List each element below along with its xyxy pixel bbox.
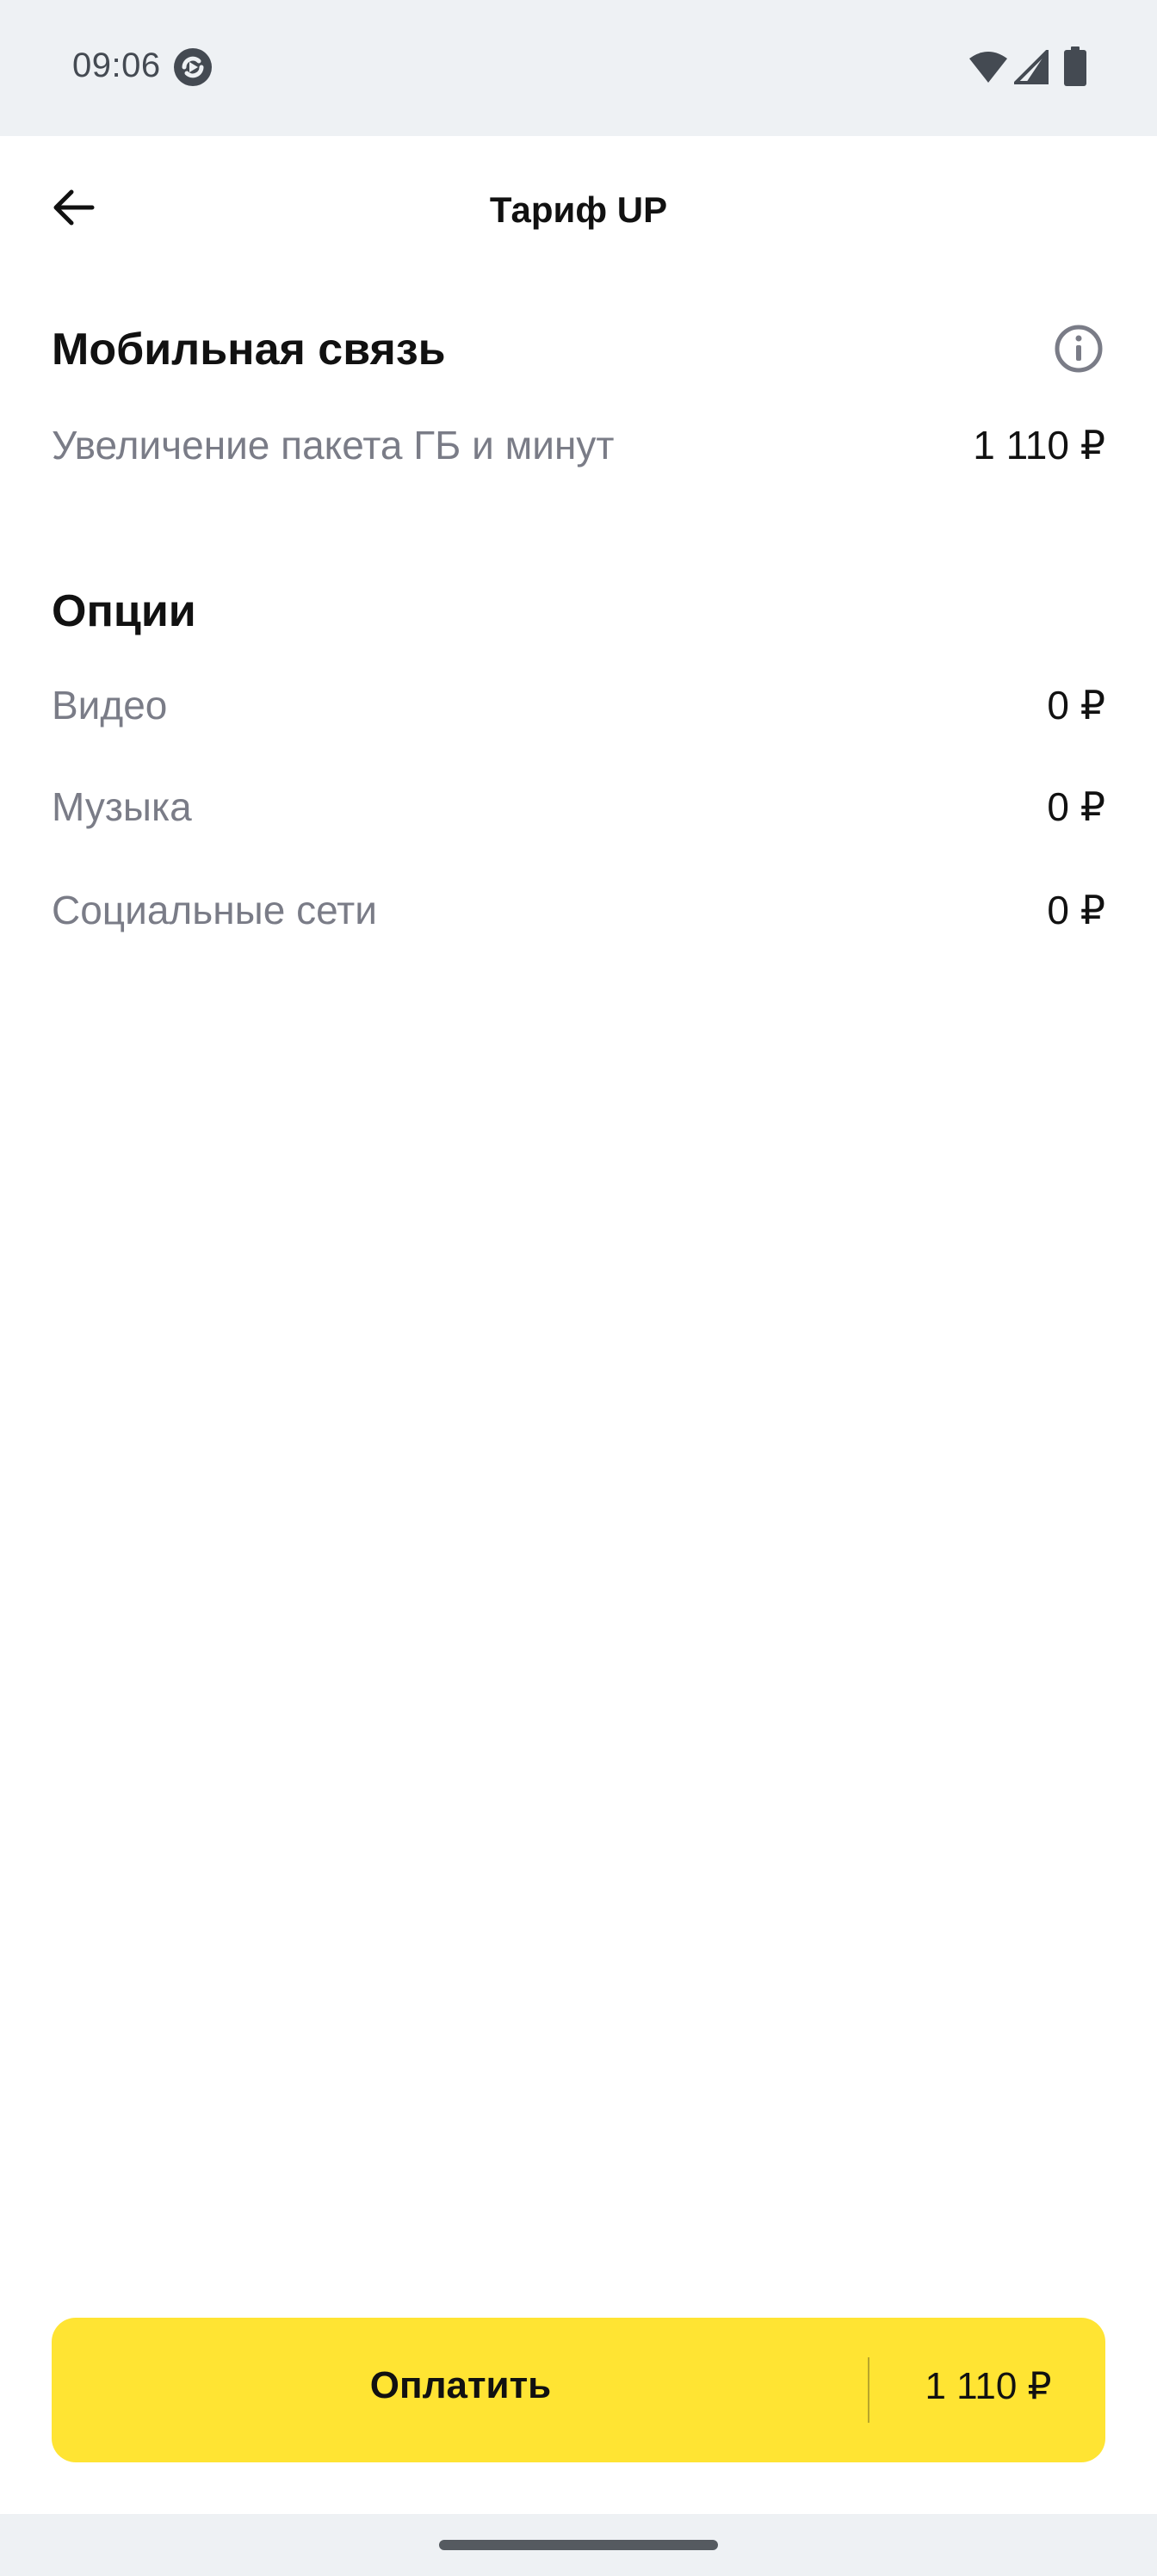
option-row-video: Видео 0 ₽ [52, 682, 1105, 742]
option-label: Социальные сети [52, 888, 377, 932]
option-row-social: Социальные сети 0 ₽ [52, 887, 1105, 947]
signal-icon [1012, 47, 1049, 84]
pay-button-amount: 1 110 ₽ [925, 2365, 1052, 2407]
option-value: 0 ₽ [1047, 683, 1105, 728]
status-time: 09:06 [72, 46, 161, 84]
options-section-title: Опции [52, 586, 196, 636]
option-value: 0 ₽ [1047, 784, 1105, 829]
status-bar: 09:06 [0, 0, 1157, 136]
header: Тариф UP [0, 136, 1157, 282]
mobile-section-title: Мобильная связь [52, 325, 446, 375]
mobile-item-label: Увеличение пакета ГБ и минут [52, 423, 615, 468]
info-icon [1052, 325, 1105, 379]
mobile-item-value: 1 110 ₽ [973, 423, 1105, 468]
app-notification-icon [172, 46, 213, 88]
page-title: Тариф UP [489, 189, 668, 230]
system-nav-bar [0, 2514, 1157, 2576]
screen: 09:06 Тариф UP Мобильная связь Увеличени… [0, 0, 1157, 2576]
wifi-icon [968, 50, 1009, 84]
pay-button[interactable]: Оплатить 1 110 ₽ [52, 2318, 1105, 2462]
pay-button-label: Оплатить [369, 2364, 552, 2406]
option-label: Видео [52, 683, 168, 728]
option-label: Музыка [52, 784, 192, 829]
home-gesture-handle[interactable] [439, 2540, 718, 2550]
option-row-music: Музыка 0 ₽ [52, 783, 1105, 844]
mobile-item-row: Увеличение пакета ГБ и минут 1 110 ₽ [52, 422, 1105, 482]
pay-button-divider [868, 2357, 869, 2423]
info-button[interactable] [1052, 322, 1105, 375]
battery-icon [1064, 46, 1086, 86]
option-value: 0 ₽ [1047, 888, 1105, 932]
